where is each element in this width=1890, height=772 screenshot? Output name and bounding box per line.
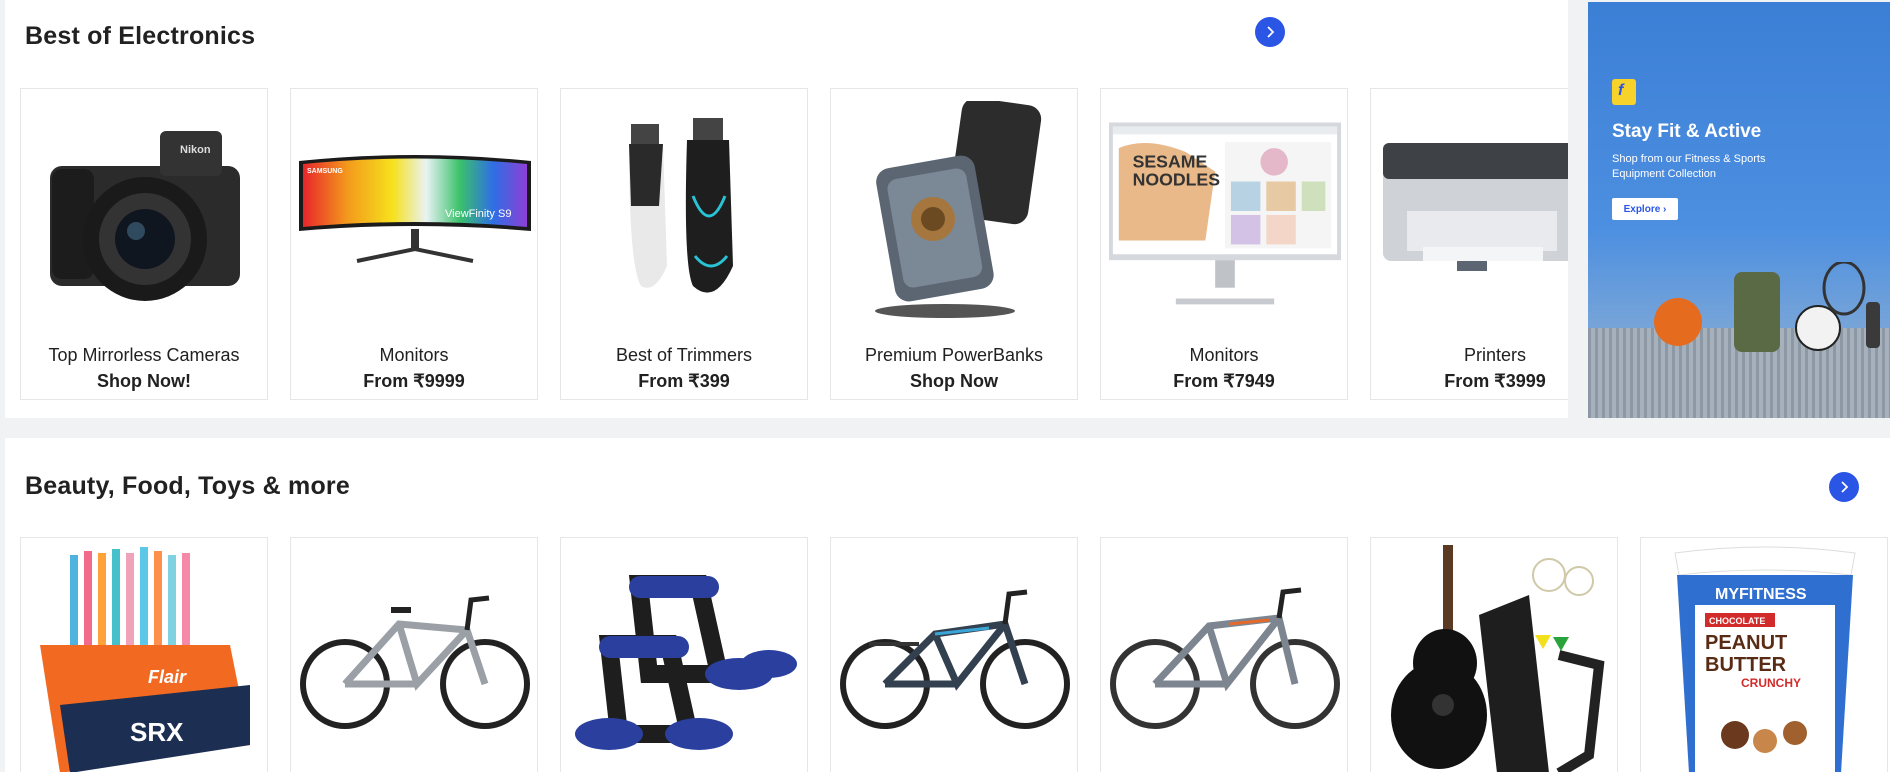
- product-card[interactable]: Best of Trimmers From ₹399: [560, 88, 808, 400]
- powerbank-image: [837, 95, 1073, 327]
- product-offer: Shop Now: [910, 371, 998, 391]
- chevron-right-icon: [1267, 26, 1275, 38]
- electronics-row: Nikon Top Mirrorless Cameras Shop Now! S…: [15, 88, 1568, 406]
- svg-text:PEANUT: PEANUT: [1705, 632, 1787, 654]
- trimmer-image: [567, 95, 803, 327]
- pushup-bars-image: [567, 544, 803, 772]
- product-card[interactable]: [290, 537, 538, 772]
- product-card[interactable]: Nikon Top Mirrorless Cameras Shop Now!: [20, 88, 268, 400]
- product-card[interactable]: [1100, 537, 1348, 772]
- next-arrow-button[interactable]: [1829, 472, 1859, 502]
- product-card[interactable]: SESAME NOODLES Monitors From ₹7949: [1100, 88, 1348, 400]
- svg-text:ViewFinity S9: ViewFinity S9: [445, 208, 511, 220]
- svg-text:Flair: Flair: [148, 667, 187, 687]
- monitor-image: SESAME NOODLES: [1107, 95, 1343, 327]
- svg-text:Nikon: Nikon: [180, 144, 211, 156]
- banner-subtitle: Shop from our Fitness & Sports Equipment…: [1612, 153, 1766, 180]
- svg-text:SAMSUNG: SAMSUNG: [307, 168, 343, 175]
- product-card[interactable]: SAMSUNG ViewFinity S9 Monitors From ₹999…: [290, 88, 538, 400]
- camera-image: Nikon: [27, 95, 263, 327]
- bicycle-image: [297, 544, 533, 772]
- product-offer: Shop Now!: [97, 371, 191, 391]
- product-card[interactable]: [560, 537, 808, 772]
- product-name: Premium PowerBanks: [864, 345, 1044, 365]
- sports-equipment-icon: [1654, 262, 1880, 352]
- explore-button[interactable]: Explore ›: [1612, 198, 1678, 220]
- svg-text:SRX: SRX: [130, 717, 184, 747]
- section-title: Best of Electronics: [25, 22, 256, 50]
- monitor-image: SAMSUNG ViewFinity S9: [297, 95, 533, 327]
- section-title: Beauty, Food, Toys & more: [25, 472, 350, 500]
- product-card[interactable]: Printers From ₹3999: [1370, 88, 1568, 400]
- svg-text:MYFITNESS: MYFITNESS: [1715, 586, 1807, 603]
- product-offer: From ₹9999: [363, 371, 465, 391]
- pens-image: Flair SRX: [27, 544, 263, 772]
- product-card[interactable]: Flair SRX: [20, 537, 268, 772]
- fitness-promo-banner[interactable]: f Stay Fit & Active Shop from our Fitnes…: [1588, 2, 1890, 418]
- bicycle-image: [837, 544, 1073, 772]
- beauty-food-toys-row: Flair SRX MYFITNESS CHOCOLATE PEANUT BUT…: [15, 537, 1890, 772]
- product-offer: From ₹7949: [1173, 371, 1275, 391]
- svg-text:CRUNCHY: CRUNCHY: [1741, 676, 1801, 690]
- product-name: Printers: [1463, 345, 1526, 365]
- product-card[interactable]: [1370, 537, 1618, 772]
- product-offer: From ₹399: [638, 371, 730, 391]
- svg-text:BUTTER: BUTTER: [1705, 654, 1787, 676]
- product-name: Top Mirrorless Cameras: [48, 345, 240, 365]
- product-name: Monitors: [379, 345, 449, 365]
- chevron-right-icon: [1841, 481, 1849, 493]
- brand-logo-icon: f: [1612, 79, 1636, 105]
- banner-title: Stay Fit & Active: [1612, 121, 1762, 142]
- bicycle-image: [1107, 544, 1343, 772]
- product-name: Best of Trimmers: [615, 345, 753, 365]
- guitar-image: [1377, 544, 1613, 772]
- printer-image: [1377, 95, 1568, 327]
- svg-text:CHOCOLATE: CHOCOLATE: [1709, 616, 1765, 626]
- next-arrow-button[interactable]: [1255, 17, 1285, 47]
- product-name: Monitors: [1189, 345, 1259, 365]
- peanut-butter-image: MYFITNESS CHOCOLATE PEANUT BUTTER CRUNCH…: [1647, 544, 1883, 772]
- product-offer: From ₹3999: [1444, 371, 1546, 391]
- svg-text:NOODLES: NOODLES: [1133, 169, 1221, 189]
- product-card[interactable]: Premium PowerBanks Shop Now: [830, 88, 1078, 400]
- product-card[interactable]: MYFITNESS CHOCOLATE PEANUT BUTTER CRUNCH…: [1640, 537, 1888, 772]
- product-card[interactable]: [830, 537, 1078, 772]
